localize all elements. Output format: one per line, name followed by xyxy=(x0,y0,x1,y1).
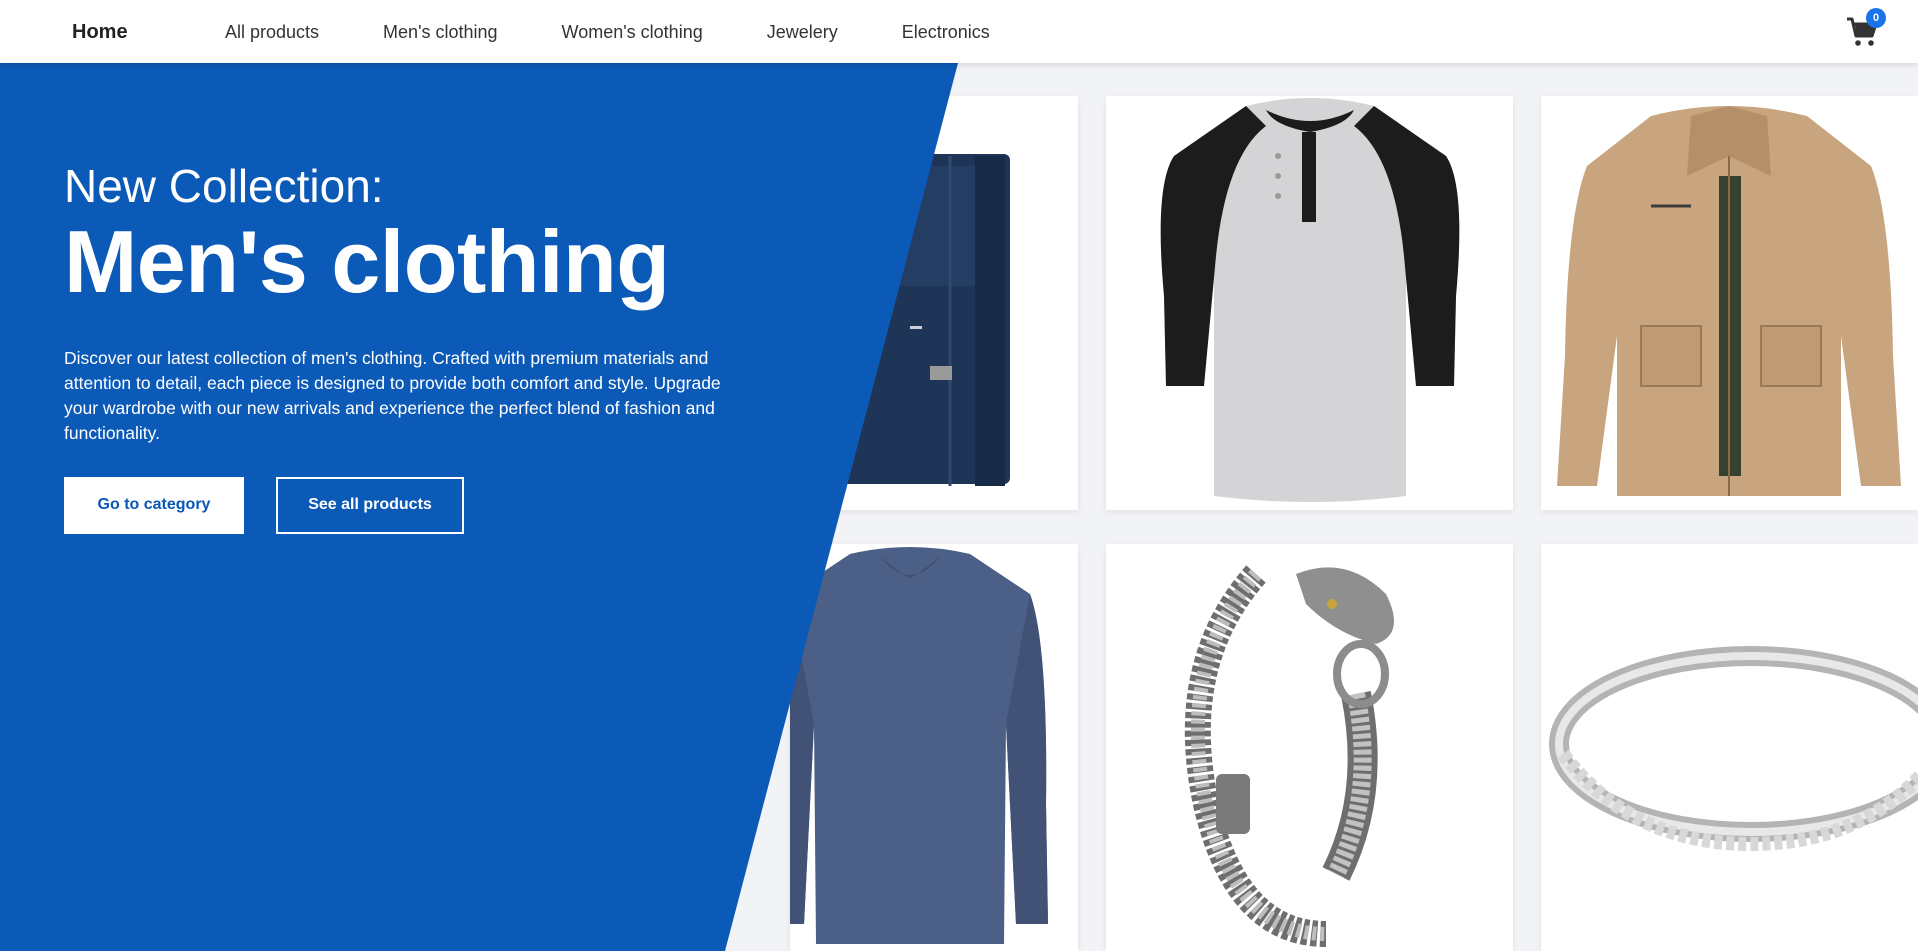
product-card[interactable] xyxy=(1106,544,1513,951)
nav-link-womens-clothing[interactable]: Women's clothing xyxy=(562,22,703,43)
nav-links: All products Men's clothing Women's clot… xyxy=(225,22,1054,43)
navy-backpack-image xyxy=(840,154,1010,486)
dragon-bracelet-image xyxy=(1184,565,1394,947)
hero-content: New Collection: Men's clothing Discover … xyxy=(64,161,744,534)
silver-ring-image xyxy=(1549,646,1918,852)
see-all-products-button[interactable]: See all products xyxy=(276,476,464,534)
nav-link-mens-clothing[interactable]: Men's clothing xyxy=(383,22,498,43)
go-to-category-button[interactable]: Go to category xyxy=(64,476,244,534)
product-card[interactable] xyxy=(790,544,1078,951)
top-navbar: Home All products Men's clothing Women's… xyxy=(0,0,1918,63)
khaki-jacket-image xyxy=(1557,106,1901,496)
hero-title: Men's clothing xyxy=(64,211,670,311)
product-card[interactable] xyxy=(1541,544,1918,951)
product-card[interactable] xyxy=(790,96,1078,510)
product-card[interactable] xyxy=(1106,96,1513,510)
henley-raglan-shirt-image xyxy=(1160,98,1460,502)
cart-button[interactable]: 0 xyxy=(1844,8,1886,50)
nav-link-all-products[interactable]: All products xyxy=(225,22,319,43)
long-sleeve-tshirt-image xyxy=(790,547,1048,944)
nav-home-link[interactable]: Home xyxy=(72,21,128,44)
hero-description: Discover our latest collection of men's … xyxy=(64,347,721,443)
hero-buttons: Go to category See all products xyxy=(64,476,744,534)
product-card[interactable] xyxy=(1541,96,1918,510)
cart-count-badge: 0 xyxy=(1866,8,1886,28)
nav-link-jewelery[interactable]: Jewelery xyxy=(767,22,838,43)
nav-link-electronics[interactable]: Electronics xyxy=(902,22,990,43)
hero-kicker: New Collection: xyxy=(64,160,384,212)
